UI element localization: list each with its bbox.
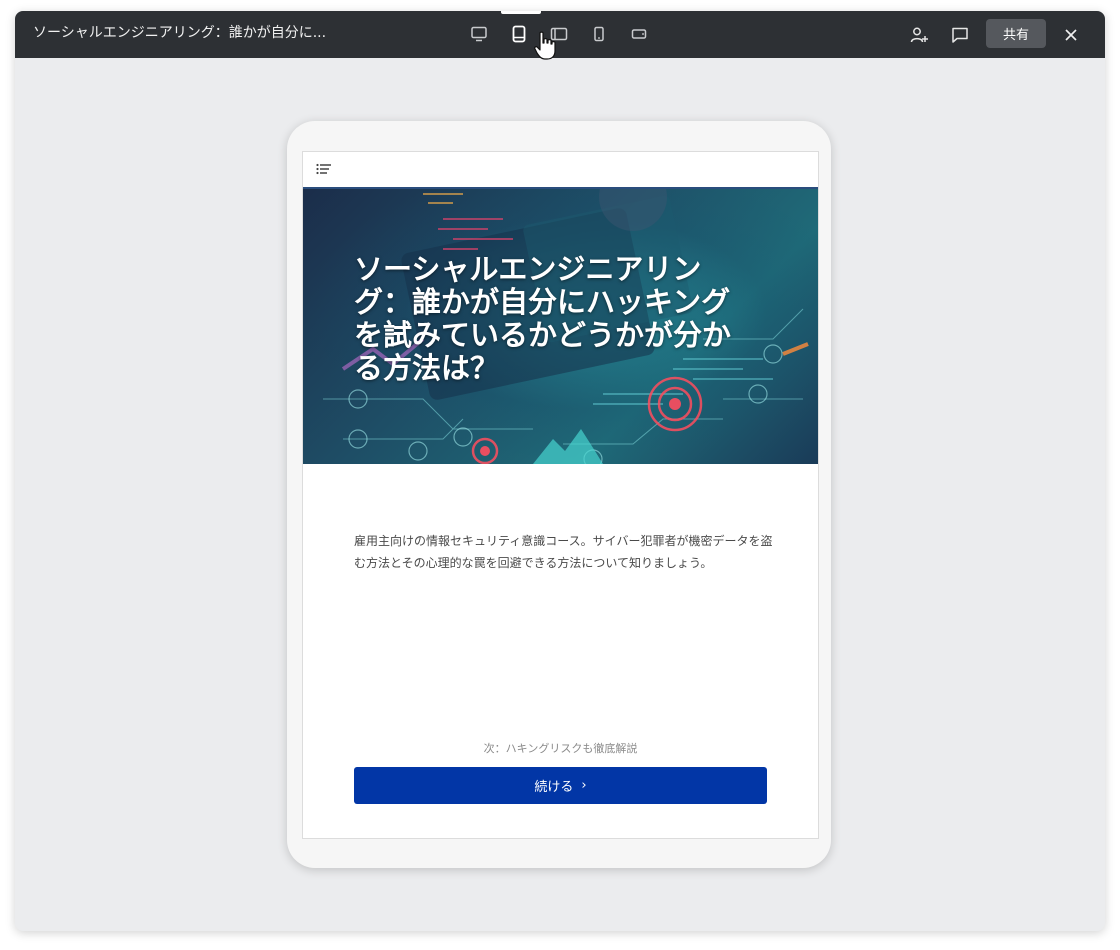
- share-button[interactable]: 共有: [986, 19, 1046, 48]
- next-lesson-label: 次：ハキングリスクも徹底解説: [483, 742, 638, 755]
- close-icon: [1065, 29, 1077, 41]
- add-user-button[interactable]: [906, 22, 932, 48]
- phone-landscape-view-button[interactable]: [627, 22, 651, 46]
- tablet-device-frame: ソーシャルエンジニアリング：誰かが自分にハッキングを試みているかどうかが分かる方…: [287, 121, 831, 868]
- desktop-icon: [471, 26, 487, 42]
- continue-button[interactable]: 続ける ›: [354, 767, 767, 804]
- add-user-icon: [910, 27, 928, 43]
- tablet-portrait-view-button[interactable]: [507, 22, 531, 46]
- comment-button[interactable]: [947, 22, 973, 48]
- window-title: ソーシャルエンジニアリング：誰かが自分に...: [33, 25, 327, 41]
- continue-button-label: 続ける: [534, 780, 574, 795]
- top-bar: ソーシャルエンジニアリング：誰かが自分に... 共有: [15, 11, 1105, 60]
- phone-portrait-view-button[interactable]: [587, 22, 611, 46]
- hand-cursor-icon: [534, 31, 556, 60]
- phone-portrait-icon: [594, 26, 604, 42]
- chevron-right-icon: ›: [581, 778, 587, 793]
- course-header: [303, 152, 818, 189]
- course-preview-screen: ソーシャルエンジニアリング：誰かが自分にハッキングを試みているかどうかが分かる方…: [302, 151, 819, 839]
- phone-landscape-icon: [631, 29, 647, 39]
- desktop-view-button[interactable]: [467, 22, 491, 46]
- preview-window: ソーシャルエンジニアリング：誰かが自分に... 共有 ソーシャルエンジニアリング…: [15, 11, 1105, 931]
- active-device-indicator: [501, 11, 541, 14]
- comment-icon: [952, 27, 968, 43]
- list-menu-icon[interactable]: [316, 163, 332, 177]
- course-title: ソーシャルエンジニアリング：誰かが自分にハッキングを試みているかどうかが分かる方…: [354, 252, 732, 385]
- hero-banner: ソーシャルエンジニアリング：誰かが自分にハッキングを試みているかどうかが分かる方…: [303, 189, 818, 464]
- course-description: 雇用主向けの情報セキュリティ意識コース。サイバー犯罪者が機密データを盗む方法とそ…: [354, 534, 773, 570]
- close-button[interactable]: [1058, 22, 1084, 48]
- tablet-portrait-icon: [512, 25, 526, 43]
